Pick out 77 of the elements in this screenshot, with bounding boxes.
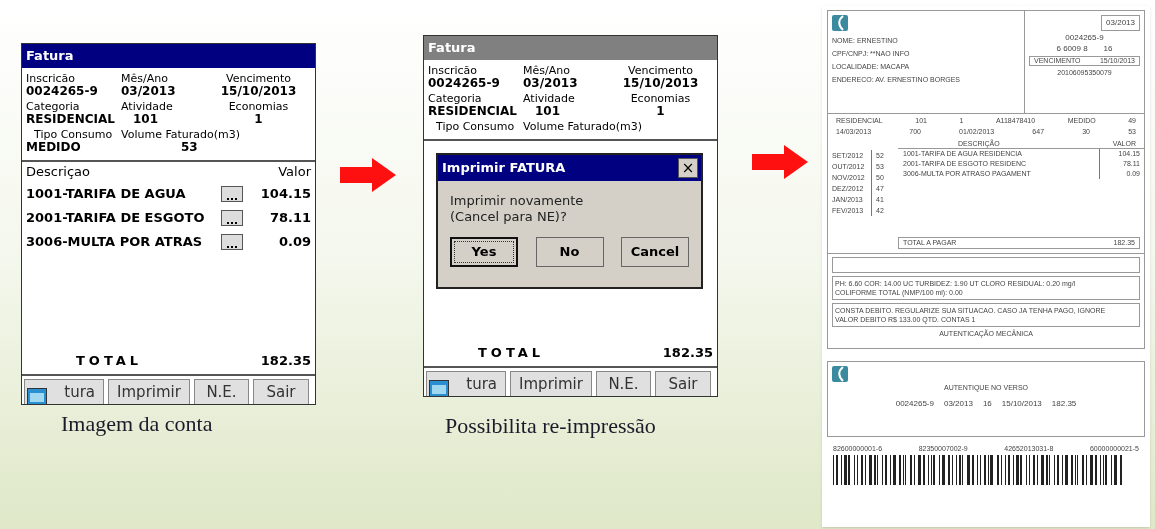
field-label: Inscricão xyxy=(26,72,77,85)
window-title: Fatura xyxy=(22,44,315,68)
toolbar-button[interactable]: N.E. xyxy=(194,379,249,404)
stub-value: 15/10/2013 xyxy=(1001,400,1042,408)
stub-value: 03/2013 xyxy=(943,400,973,408)
period-value: 03/2013 xyxy=(1101,15,1140,31)
field-value: 1 xyxy=(254,113,263,126)
field-value: MEDIDO xyxy=(26,141,82,154)
field-label: Categoria xyxy=(26,100,81,113)
ellipsis-icon xyxy=(227,245,237,249)
toolbar-button[interactable]: Sair xyxy=(655,371,711,396)
caption: Possibilita re-impressão xyxy=(444,412,656,440)
field-value: 15/10/2013 xyxy=(622,77,699,90)
field-label: Volume Faturado(m3) xyxy=(121,128,242,141)
dialog-button[interactable]: Cancel xyxy=(621,237,689,267)
total-value: 182.35 xyxy=(662,343,713,362)
item-value: 78.11 xyxy=(268,208,311,227)
item-value: 0.09 xyxy=(277,232,311,251)
total-label: TOTAL xyxy=(75,351,143,370)
field-value: 03/2013 xyxy=(121,85,177,98)
field-label: Inscricão xyxy=(428,64,479,77)
field-value: RESIDENCIAL xyxy=(26,113,116,126)
registration-value: 0024265-9 xyxy=(1065,34,1104,42)
field-value: RESIDENCIAL xyxy=(428,105,518,118)
caption: Imagem da conta xyxy=(60,410,213,438)
field-value: 1 xyxy=(656,105,665,118)
field-value: 03/2013 xyxy=(523,77,579,90)
route-value: 16 xyxy=(1103,45,1113,53)
total-value: 182.35 xyxy=(260,351,311,370)
field-label: Mês/Ano xyxy=(121,72,169,85)
field-label: Vencimento xyxy=(226,72,291,85)
company-logo xyxy=(832,366,848,382)
dialog-button[interactable]: Yes xyxy=(450,237,518,267)
total-label: TOTAL xyxy=(477,343,545,362)
field-value: 53 xyxy=(180,141,199,154)
right-arrow-icon xyxy=(752,145,808,179)
field-value: 101 xyxy=(534,105,562,118)
company-logo xyxy=(832,15,848,31)
field-label: Vencimento xyxy=(628,64,693,77)
right-arrow-icon xyxy=(340,158,396,192)
dialog-message: Imprimir novamente (Cancel para NE)? xyxy=(449,192,585,225)
field-label: Volume Faturado(m3) xyxy=(523,120,644,133)
dialog-button[interactable]: No xyxy=(535,237,604,267)
details-button[interactable] xyxy=(221,209,243,226)
stub-value: 0024265-9 xyxy=(895,400,934,408)
field-label: Atividade xyxy=(121,100,174,113)
item-value: 104.15 xyxy=(259,184,311,203)
field-label: Mês/Ano xyxy=(523,64,571,77)
toolbar-button[interactable]: Sair xyxy=(253,379,309,404)
toolbar-button[interactable]: N.E. xyxy=(596,371,651,396)
field-value: 0024265-9 xyxy=(26,85,99,98)
details-button[interactable] xyxy=(221,233,243,250)
field-label: Economias xyxy=(630,92,691,105)
field-label: Economias xyxy=(228,100,289,113)
field-label: Tipo Consumo xyxy=(435,120,516,133)
close-button[interactable]: × xyxy=(678,158,698,178)
item-description: 3006-MULTA POR ATRAS xyxy=(26,232,204,251)
route-value: 6 6009 8 xyxy=(1056,45,1088,53)
field-value: 101 xyxy=(132,113,160,126)
item-description: 1001-TARIFA DE AGUA xyxy=(26,184,187,203)
ellipsis-icon xyxy=(227,221,237,225)
field-label: Tipo Consumo xyxy=(33,128,114,141)
field-value: 0024265-9 xyxy=(428,77,501,90)
column-header: Valor xyxy=(278,163,311,181)
window-title: Fatura xyxy=(424,36,717,60)
dialog-title: Imprimir FATURA xyxy=(442,159,566,178)
details-button[interactable] xyxy=(221,185,243,202)
toolbar-button[interactable]: Imprimir xyxy=(510,371,592,396)
column-header: Descriçao xyxy=(26,163,90,181)
stub-value: 16 xyxy=(982,400,992,408)
field-value: 15/10/2013 xyxy=(220,85,297,98)
field-label: Atividade xyxy=(523,92,576,105)
ellipsis-icon xyxy=(227,197,237,201)
item-description: 2001-TARIFA DE ESGOTO xyxy=(26,208,206,227)
field-label: Categoria xyxy=(428,92,483,105)
stub-value: 182.35 xyxy=(1051,400,1077,408)
toolbar-button[interactable]: Imprimir xyxy=(108,379,190,404)
